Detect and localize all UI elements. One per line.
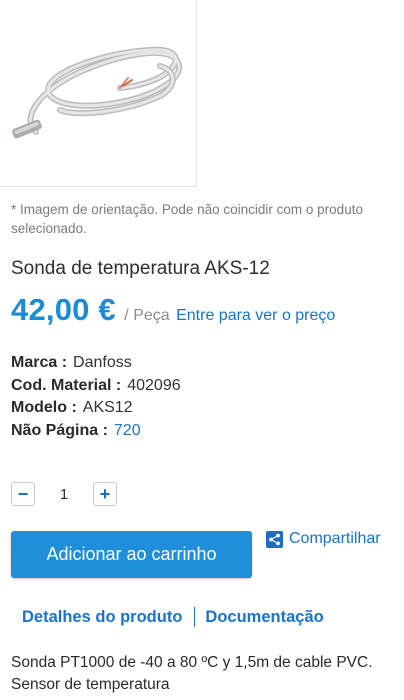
- image-disclaimer: * Imagem de orientação. Pode não coincid…: [11, 202, 363, 236]
- spec-label: Não Página :: [11, 421, 108, 439]
- tab-product-details[interactable]: Detalhes do produto: [22, 608, 182, 627]
- spec-value: AKS12: [82, 399, 133, 416]
- quantity-stepper: − 1 +: [11, 481, 117, 507]
- share-icon: [266, 530, 283, 548]
- price-row: 42,00 € / Peça Entre para ver o preço: [11, 292, 335, 328]
- spec-label: Marca :: [11, 354, 68, 371]
- tab-documentation[interactable]: Documentação: [205, 608, 323, 627]
- login-for-price-link[interactable]: Entre para ver o preço: [176, 307, 335, 324]
- spec-label: Modelo :: [11, 399, 77, 416]
- add-to-cart-button[interactable]: Adicionar ao carrinho: [11, 531, 252, 578]
- product-price: 42,00 €: [11, 292, 116, 327]
- spec-page-link[interactable]: 720: [114, 422, 141, 439]
- plus-icon: +: [99, 484, 111, 504]
- share-label: Compartilhar: [289, 530, 381, 547]
- decrease-quantity-button[interactable]: −: [11, 482, 35, 506]
- product-title: Sonda de temperatura AKS-12: [11, 258, 270, 279]
- spec-material-code: Cod. Material : 402096: [11, 375, 181, 398]
- product-specs: Marca : Danfoss Cod. Material : 402096 Mod…: [11, 352, 181, 442]
- product-tabs: Detalhes do produto Documentação: [22, 607, 324, 627]
- spec-label: Cod. Material :: [11, 376, 122, 394]
- quantity-value[interactable]: 1: [35, 486, 93, 503]
- price-unit: / Peça: [124, 307, 170, 324]
- share-link[interactable]: Compartilhar: [266, 530, 381, 548]
- spec-value: Danfoss: [73, 354, 132, 371]
- increase-quantity-button[interactable]: +: [93, 482, 117, 506]
- spec-value: 402096: [127, 376, 181, 394]
- spec-model: Modelo : AKS12: [11, 397, 181, 420]
- tab-divider: [194, 607, 196, 627]
- spec-brand: Marca : Danfoss: [11, 352, 181, 375]
- minus-icon: −: [17, 484, 29, 504]
- product-description: Sonda PT1000 de -40 a 80 ºC y 1,5m de ca…: [11, 654, 373, 693]
- spec-page: Não Página : 720: [11, 420, 181, 443]
- product-image[interactable]: [0, 0, 197, 187]
- temperature-probe-image: [12, 46, 183, 139]
